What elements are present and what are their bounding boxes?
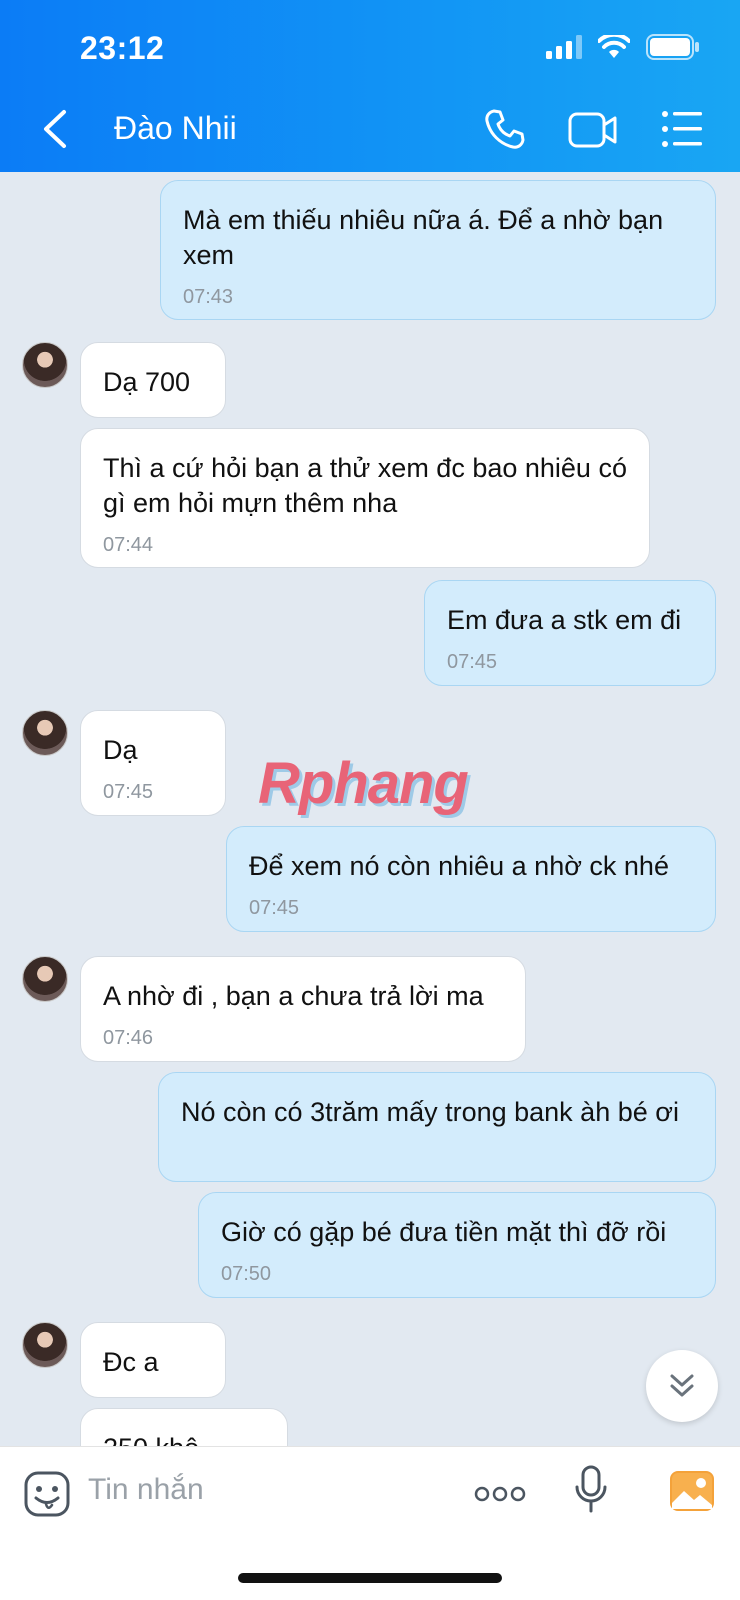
wifi-icon bbox=[598, 35, 630, 58]
chat-header: 23:12 Đào Nhii bbox=[0, 0, 740, 172]
message-text: Thì a cứ hỏi bạn a thử xem đc bao nhiêu … bbox=[103, 453, 627, 518]
message-text: Mà em thiếu nhiêu nữa á. Để a nhờ bạn xe… bbox=[183, 205, 664, 270]
message-bubble[interactable]: Dạ 07:45 bbox=[80, 710, 226, 816]
contact-avatar[interactable] bbox=[22, 956, 68, 1002]
message-bubble[interactable]: Đc a bbox=[80, 1322, 226, 1398]
home-indicator bbox=[238, 1573, 502, 1583]
status-icons bbox=[546, 34, 700, 60]
signal-icon bbox=[546, 35, 582, 59]
microphone-icon[interactable] bbox=[574, 1463, 608, 1517]
more-options-icon[interactable] bbox=[474, 1483, 526, 1505]
message-bubble[interactable]: Thì a cứ hỏi bạn a thử xem đc bao nhiêu … bbox=[80, 428, 650, 568]
message-bubble[interactable]: A nhờ đi , bạn a chưa trả lời ma 07:46 bbox=[80, 956, 526, 1062]
battery-icon bbox=[646, 34, 699, 60]
message-time: 07:43 bbox=[183, 286, 234, 308]
sticker-emoji-icon[interactable] bbox=[24, 1471, 70, 1517]
back-arrow-icon[interactable] bbox=[36, 106, 76, 152]
message-bubble[interactable]: Em đưa a stk em đi 07:45 bbox=[424, 580, 716, 686]
contact-avatar[interactable] bbox=[22, 710, 68, 756]
message-time: 07:50 bbox=[221, 1263, 272, 1285]
video-call-icon[interactable] bbox=[568, 110, 618, 150]
message-input-bar: Tin nhắn bbox=[0, 1446, 740, 1600]
watermark-logo: Rphang bbox=[258, 751, 469, 816]
phone-call-icon[interactable] bbox=[484, 108, 526, 150]
message-time: 07:46 bbox=[103, 1027, 154, 1049]
double-chevron-down-icon bbox=[670, 1374, 694, 1397]
message-text: Nó còn có 3trăm mấy trong bank àh bé ơi bbox=[181, 1097, 679, 1127]
menu-list-icon[interactable] bbox=[662, 110, 702, 148]
message-text: Dạ bbox=[103, 735, 138, 765]
message-time: 07:44 bbox=[103, 534, 154, 556]
message-input[interactable]: Tin nhắn bbox=[88, 1473, 204, 1507]
message-bubble[interactable]: Nó còn có 3trăm mấy trong bank àh bé ơi bbox=[158, 1072, 716, 1182]
message-bubble[interactable]: Giờ có gặp bé đưa tiền mặt thì đỡ rồi 07… bbox=[198, 1192, 716, 1298]
status-time: 23:12 bbox=[80, 30, 165, 66]
message-bubble[interactable]: Mà em thiếu nhiêu nữa á. Để a nhờ bạn xe… bbox=[160, 180, 716, 320]
message-time: 07:45 bbox=[103, 781, 154, 803]
message-time: 07:45 bbox=[447, 651, 498, 673]
image-gallery-icon[interactable] bbox=[668, 1469, 716, 1513]
message-text: Để xem nó còn nhiêu a nhờ ck nhé bbox=[249, 851, 669, 881]
message-text: Giờ có gặp bé đưa tiền mặt thì đỡ rồi bbox=[221, 1217, 667, 1247]
message-text: Em đưa a stk em đi bbox=[447, 605, 682, 635]
message-text: A nhờ đi , bạn a chưa trả lời ma bbox=[103, 981, 484, 1011]
message-time: 07:45 bbox=[249, 897, 300, 919]
message-bubble[interactable]: Dạ 700 bbox=[80, 342, 226, 418]
contact-name[interactable]: Đào Nhii bbox=[114, 110, 237, 147]
contact-avatar[interactable] bbox=[22, 342, 68, 388]
message-text: Đc a bbox=[103, 1347, 159, 1377]
message-bubble[interactable]: Để xem nó còn nhiêu a nhờ ck nhé 07:45 bbox=[226, 826, 716, 932]
message-text: 250 khô... bbox=[103, 1431, 265, 1446]
scroll-to-bottom-button[interactable] bbox=[646, 1350, 718, 1422]
message-bubble[interactable]: 250 khô... bbox=[80, 1408, 288, 1446]
message-text: Dạ 700 bbox=[103, 367, 191, 397]
contact-avatar[interactable] bbox=[22, 1322, 68, 1368]
